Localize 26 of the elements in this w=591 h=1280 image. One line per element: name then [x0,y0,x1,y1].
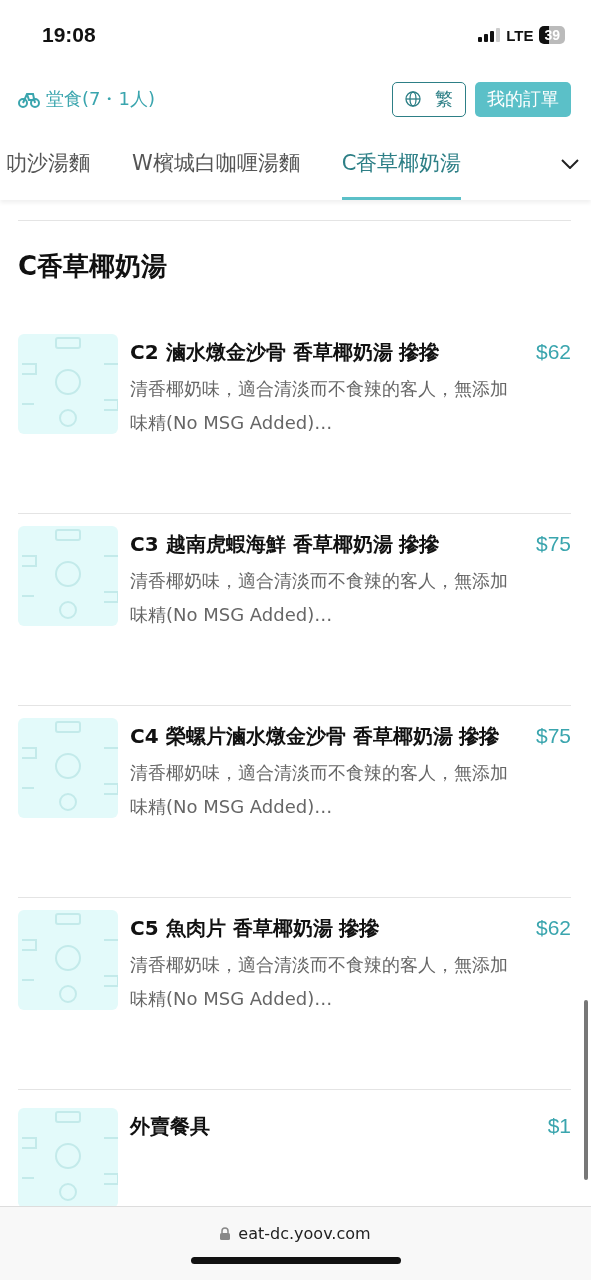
section-title: C香草椰奶湯 [18,250,169,283]
item-name[interactable]: C5 魚肉片 香草椰奶湯 摻摻 [130,910,509,946]
item-description: 清香椰奶味，適合清淡而不食辣的客人，無添加味精(No MSG Added)… [130,377,509,435]
item-price: $62 [534,915,571,941]
status-time: 19:08 [42,23,96,47]
item-description: 清香椰奶味，適合清淡而不食辣的客人，無添加味精(No MSG Added)… [130,569,509,627]
chevron-down-icon[interactable] [561,159,579,169]
item-price: $75 [534,531,571,557]
item-price: $75 [534,723,571,749]
signal-icon [478,28,501,42]
item-description: 清香椰奶味，適合清淡而不食辣的客人，無添加味精(No MSG Added)… [130,761,509,819]
lock-icon [220,1227,231,1240]
globe-icon [405,91,421,107]
category-tab[interactable]: W檳城白咖喱湯麵 [132,128,300,200]
network-label: LTE [506,26,534,44]
language-button[interactable]: 繁 [392,81,466,117]
item-description: 清香椰奶味，適合清淡而不食辣的客人，無添加味精(No MSG Added)… [130,953,509,1011]
category-tab[interactable]: C香草椰奶湯 [341,128,462,200]
category-tab[interactable]: 叻沙湯麵 [6,128,90,200]
item-price: $1 [546,1113,571,1139]
item-name[interactable]: 外賣餐具 [130,1108,509,1144]
item-price: $62 [534,339,571,365]
item-name[interactable]: C3 越南虎蝦海鮮 香草椰奶湯 摻摻 [130,526,509,562]
item-name[interactable]: C2 滷水燉金沙骨 香草椰奶湯 摻摻 [130,334,509,370]
item-name[interactable]: C4 榮螺片滷水燉金沙骨 香草椰奶湯 摻摻 [130,718,509,754]
url-text[interactable]: eat-dc.yoov.com [238,1224,371,1243]
